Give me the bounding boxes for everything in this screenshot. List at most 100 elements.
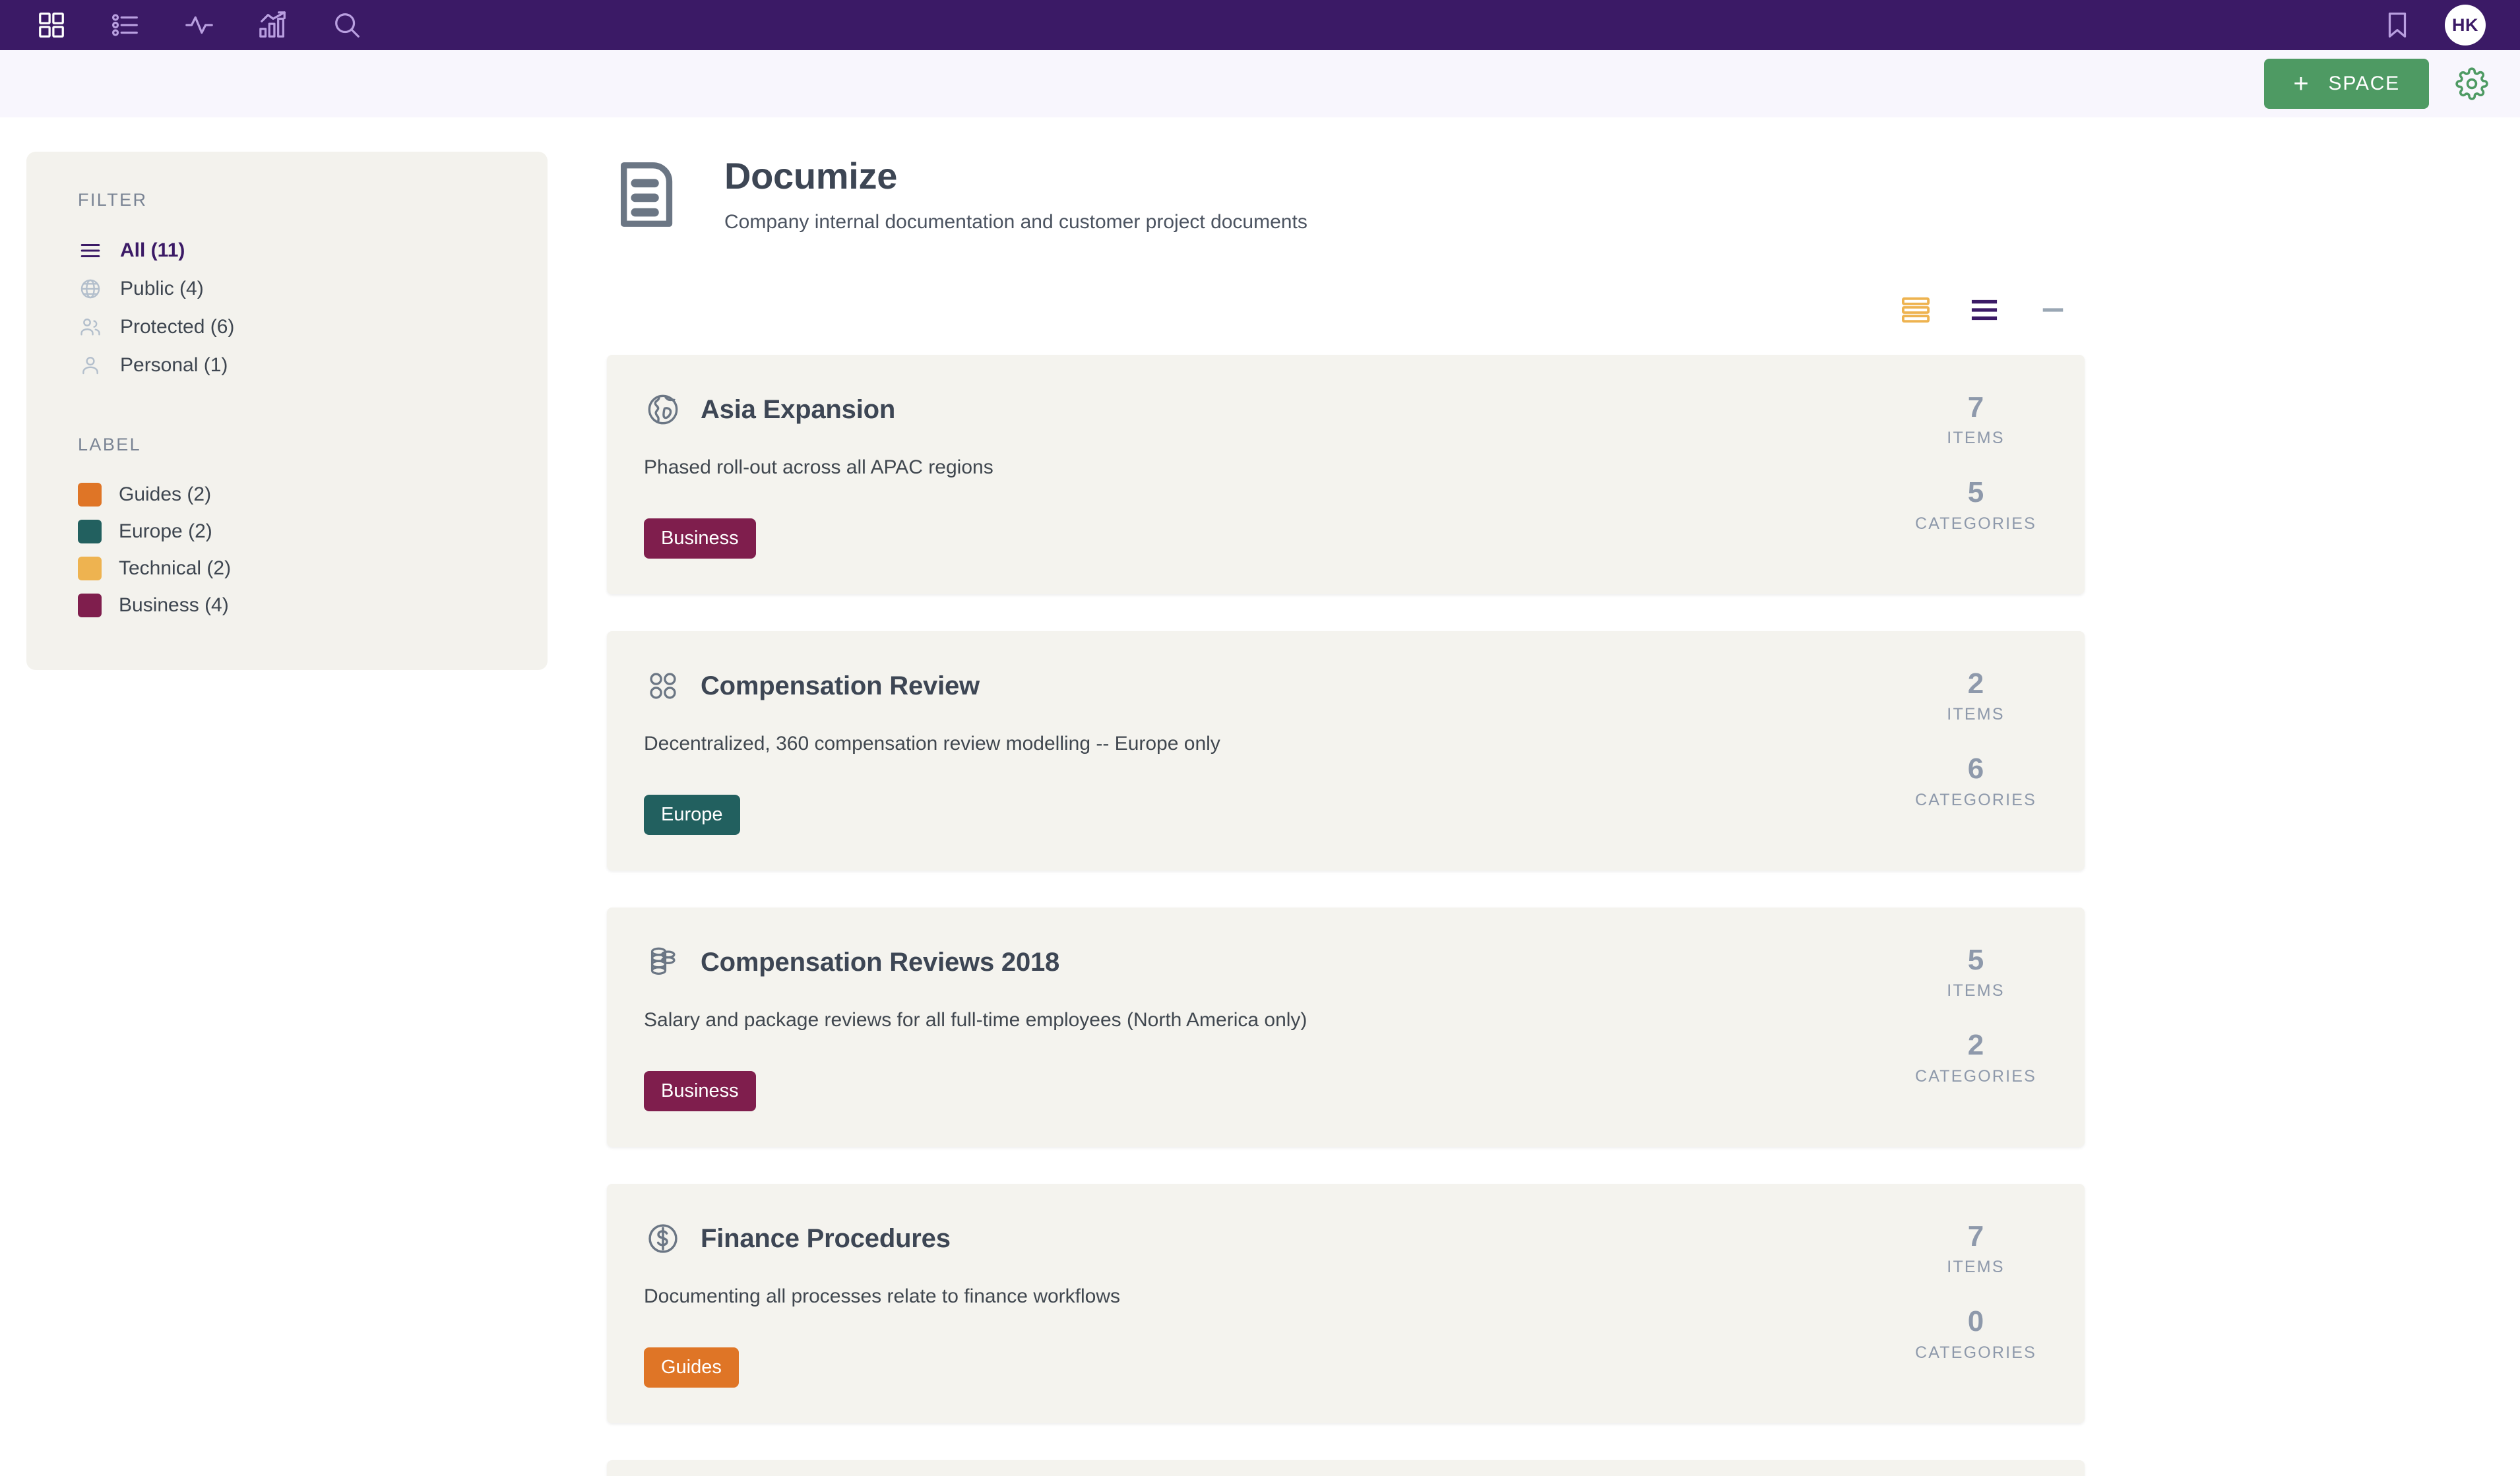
top-nav-icon-group [34, 8, 364, 42]
space-card-description: Decentralized, 360 compensation review m… [644, 733, 1220, 754]
space-card-stats: 5 ITEMS 2 CATEGORIES [1867, 907, 2085, 1147]
sidebar-filter-all-label: All (11) [120, 239, 185, 261]
space-card-title: Finance Procedures [701, 1223, 951, 1253]
secondary-toolbar: + SPACE [0, 50, 2520, 117]
space-card-description: Documenting all processes relate to fina… [644, 1285, 1121, 1307]
label-color-swatch [78, 557, 102, 580]
dashboard-grid-icon[interactable] [34, 8, 69, 42]
space-card-header: Asia Expansion [644, 390, 1867, 429]
space-card-body: Compensation Review Decentralized, 360 c… [607, 631, 1867, 871]
space-card-header: Compensation Review [644, 667, 1867, 705]
space-card[interactable]: Finance Procedures Documenting all proce… [607, 1184, 2085, 1423]
space-card-stats: 6 [1867, 1460, 2085, 1476]
add-space-label: SPACE [2328, 73, 2400, 94]
space-card-label-chip[interactable]: Business [644, 1071, 756, 1111]
four-circles-icon [644, 667, 682, 705]
space-card-label-chip[interactable]: Europe [644, 795, 740, 835]
main-content: Documize Company internal documentation … [548, 152, 2520, 1476]
add-space-button[interactable]: + SPACE [2264, 59, 2429, 109]
space-card-body: Compensation Reviews 2018 Salary and pac… [607, 907, 1867, 1147]
page-title: Documize [724, 155, 898, 197]
categories-stat-block: 2 CATEGORIES [1867, 1029, 2085, 1086]
space-card-label-chip[interactable]: Guides [644, 1347, 739, 1388]
space-card-description: Phased roll-out across all APAC regions [644, 456, 993, 478]
space-card-title: Compensation Review [701, 671, 980, 700]
sidebar-label-technical[interactable]: Technical (2) [26, 550, 548, 587]
sidebar-filter-personal[interactable]: Personal (1) [26, 346, 548, 384]
space-card-body: Help Desk [607, 1460, 1867, 1476]
page-header: Documize Company internal documentation … [607, 152, 2520, 237]
bookmark-icon[interactable] [2380, 8, 2414, 42]
sidebar-filter-public-label: Public (4) [120, 278, 204, 299]
bar-chart-icon[interactable] [256, 8, 290, 42]
people-group-icon [78, 315, 103, 340]
page-body: FILTER All (11) Public (4) Protected (6)… [0, 117, 2520, 1476]
categories-label: CATEGORIES [1914, 790, 2037, 809]
view-toggle-group [607, 290, 2085, 330]
card-view-toggle[interactable] [1896, 290, 1936, 330]
gear-icon[interactable] [2455, 67, 2488, 100]
filter-heading: FILTER [78, 190, 148, 210]
sidebar-filter-personal-label: Personal (1) [120, 354, 228, 376]
list-view-toggle[interactable] [1965, 290, 2004, 330]
categories-count: 0 [1967, 1305, 1984, 1338]
categories-count: 6 [1967, 753, 1984, 785]
items-label: ITEMS [1947, 705, 2005, 724]
categories-stat-block: 5 CATEGORIES [1867, 476, 2085, 533]
space-card-stats: 7 ITEMS 0 CATEGORIES [1867, 1184, 2085, 1423]
space-card-title: Asia Expansion [701, 394, 896, 424]
label-heading: LABEL [78, 435, 142, 454]
top-navigation-bar: HK [0, 0, 2520, 50]
items-label: ITEMS [1947, 981, 2005, 1000]
top-nav-right-group: HK [2380, 5, 2486, 46]
items-label: ITEMS [1947, 429, 2005, 448]
hamburger-lines-icon [78, 238, 103, 263]
categories-label: CATEGORIES [1914, 1343, 2037, 1362]
space-card[interactable]: Help Desk 6 [607, 1460, 2085, 1476]
categories-count: 5 [1967, 476, 1984, 509]
categories-count: 2 [1967, 1029, 1984, 1062]
activity-pulse-icon[interactable] [182, 8, 216, 42]
list-icon[interactable] [108, 8, 142, 42]
categories-stat-block: 6 CATEGORIES [1867, 753, 2085, 809]
space-card[interactable]: Compensation Reviews 2018 Salary and pac… [607, 907, 2085, 1147]
sidebar-label-business[interactable]: Business (4) [26, 587, 548, 624]
space-card-label-chip[interactable]: Business [644, 518, 756, 559]
label-color-swatch [78, 483, 102, 507]
sidebar-filter-protected[interactable]: Protected (6) [26, 308, 548, 346]
space-card[interactable]: Compensation Review Decentralized, 360 c… [607, 631, 2085, 871]
documize-document-icon [607, 152, 693, 237]
space-card-description: Salary and package reviews for all full-… [644, 1009, 1307, 1031]
space-card[interactable]: Asia Expansion Phased roll-out across al… [607, 355, 2085, 594]
avatar-initials: HK [2452, 15, 2478, 35]
sidebar-label-guides[interactable]: Guides (2) [26, 476, 548, 513]
sidebar-label-guides-label: Guides (2) [119, 483, 212, 505]
person-icon [78, 353, 103, 378]
space-card-stats: 7 ITEMS 5 CATEGORIES [1867, 355, 2085, 594]
sidebar-filter-protected-label: Protected (6) [120, 316, 235, 338]
sidebar-label-business-label: Business (4) [119, 594, 229, 616]
sidebar-label-technical-label: Technical (2) [119, 557, 232, 579]
stacked-coins-icon [644, 943, 682, 981]
items-count: 7 [1967, 1220, 1984, 1252]
categories-label: CATEGORIES [1914, 514, 2037, 533]
space-card-body: Finance Procedures Documenting all proce… [607, 1184, 1867, 1423]
compact-view-toggle[interactable] [2033, 290, 2073, 330]
sidebar-label-europe-label: Europe (2) [119, 520, 212, 542]
space-card-stats: 2 ITEMS 6 CATEGORIES [1867, 631, 2085, 871]
items-count: 2 [1967, 667, 1984, 700]
avatar[interactable]: HK [2445, 5, 2486, 46]
categories-label: CATEGORIES [1914, 1066, 2037, 1086]
filter-sidebar: FILTER All (11) Public (4) Protected (6)… [26, 152, 548, 670]
sidebar-filter-all[interactable]: All (11) [26, 231, 548, 270]
space-card-header: Finance Procedures [644, 1219, 1867, 1258]
globe-icon [78, 276, 103, 301]
search-icon[interactable] [330, 8, 364, 42]
sidebar-filter-public[interactable]: Public (4) [26, 270, 548, 308]
items-count: 7 [1967, 391, 1984, 423]
sidebar-label-europe[interactable]: Europe (2) [26, 513, 548, 550]
label-color-swatch [78, 594, 102, 617]
space-card-body: Asia Expansion Phased roll-out across al… [607, 355, 1867, 594]
plus-icon: + [2293, 69, 2310, 98]
space-card-list: Asia Expansion Phased roll-out across al… [607, 355, 2085, 1476]
